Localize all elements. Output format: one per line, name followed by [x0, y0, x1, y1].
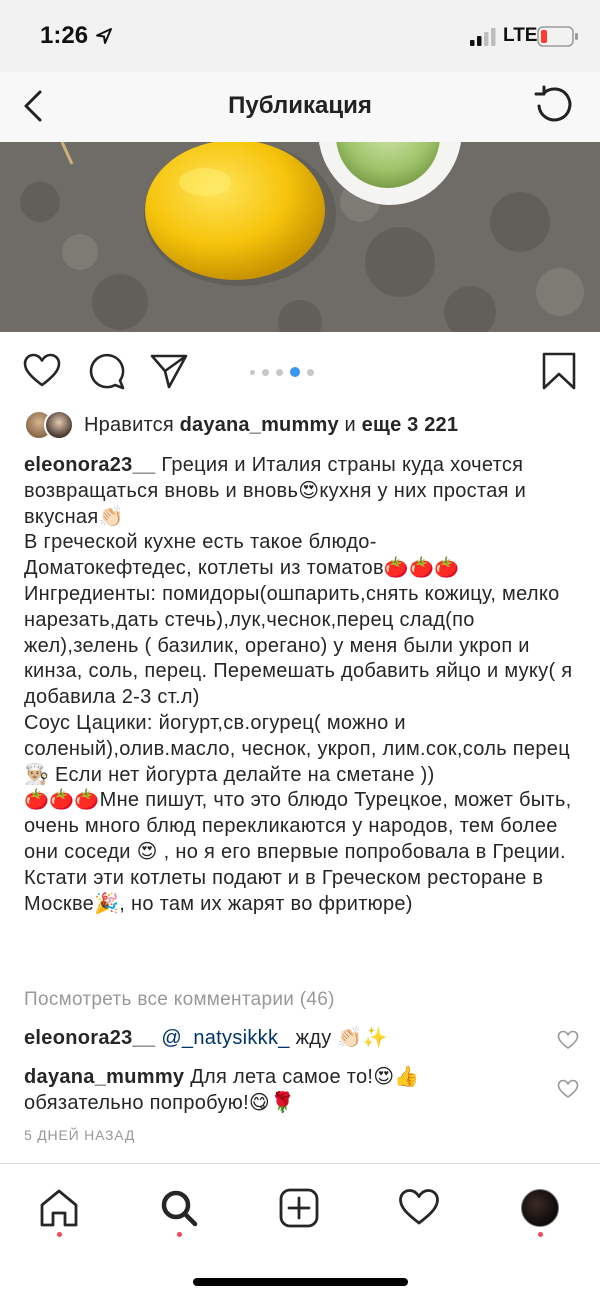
carousel-indicator: [250, 367, 314, 377]
post-photo[interactable]: [0, 142, 600, 332]
comment-username[interactable]: eleonora23__: [24, 1027, 155, 1049]
carousel-dot: [262, 368, 269, 376]
post-timestamp: 5 ДНЕЙ НАЗАД: [24, 1127, 136, 1143]
activity-heart-icon[interactable]: [397, 1186, 441, 1230]
liker-username[interactable]: dayana_mummy: [180, 414, 339, 436]
bookmark-icon[interactable]: [539, 351, 579, 391]
caption-paragraph: В греческой кухне есть такое блюдо- Дома…: [24, 531, 460, 580]
nav-bar: Публикация: [0, 72, 600, 142]
network-label: LTE: [503, 25, 538, 46]
signal-icon: [470, 28, 496, 46]
comment-text: жду 👏🏻✨: [289, 1027, 388, 1049]
likes-count[interactable]: еще 3 221: [362, 414, 459, 436]
location-arrow-icon: [96, 28, 112, 44]
profile-avatar[interactable]: [521, 1189, 559, 1227]
comment-like-heart-icon[interactable]: [557, 1079, 579, 1099]
caption-paragraph: Ингредиенты: помидоры(ошпарить,снять кож…: [24, 582, 573, 709]
liker-avatars: [24, 410, 76, 442]
caption-paragraph: 🍅🍅🍅Мне пишут, что это блюдо Турецкое, мо…: [24, 789, 572, 915]
action-bar: [0, 340, 600, 402]
comment: eleonora23__ @_natysikkk_ жду 👏🏻✨: [24, 1025, 544, 1051]
likes-prefix: Нравится: [84, 414, 174, 436]
likes-conj: и: [344, 414, 356, 436]
view-all-comments-link[interactable]: Посмотреть все комментарии (46): [24, 989, 335, 1011]
carousel-dot-active: [290, 367, 300, 377]
caption-paragraph: Соус Цацики: йогурт,св.огурец( можно и с…: [24, 711, 570, 786]
add-post-icon[interactable]: [277, 1186, 321, 1230]
status-bar: 1:26 LTE: [0, 0, 600, 72]
post-caption: eleonora23__ Греция и Италия страны куда…: [24, 453, 584, 917]
notification-dot: [538, 1232, 543, 1237]
heart-icon[interactable]: [22, 351, 62, 391]
search-icon[interactable]: [157, 1186, 201, 1230]
avatar: [44, 410, 74, 440]
notification-dot: [177, 1232, 182, 1237]
battery-icon: [537, 26, 578, 47]
notification-dot: [57, 1232, 62, 1237]
comment-mention[interactable]: @_natysikkk_: [161, 1027, 289, 1049]
caption-paragraph: eleonora23__ Греция и Италия страны куда…: [24, 453, 584, 530]
likes-row[interactable]: Нравится dayana_mummy и еще 3 221: [24, 410, 584, 444]
comment-username[interactable]: dayana_mummy: [24, 1066, 184, 1088]
photo-illustration: [0, 142, 600, 332]
status-time: 1:26: [40, 22, 89, 49]
page-title: Публикация: [228, 92, 372, 119]
home-icon[interactable]: [37, 1186, 81, 1230]
refresh-icon[interactable]: [533, 84, 575, 126]
carousel-dot: [276, 368, 283, 376]
home-indicator: [193, 1278, 408, 1286]
likes-text: Нравится dayana_mummy и еще 3 221: [84, 414, 458, 437]
share-icon[interactable]: [149, 351, 189, 391]
carousel-dot: [307, 368, 314, 376]
comment-like-heart-icon[interactable]: [557, 1030, 579, 1050]
carousel-dot: [250, 369, 255, 375]
caption-username[interactable]: eleonora23__: [24, 454, 155, 476]
comment-icon[interactable]: [87, 351, 127, 391]
comment: dayana_mummy Для лета самое то!😍👍 обязат…: [24, 1064, 544, 1116]
